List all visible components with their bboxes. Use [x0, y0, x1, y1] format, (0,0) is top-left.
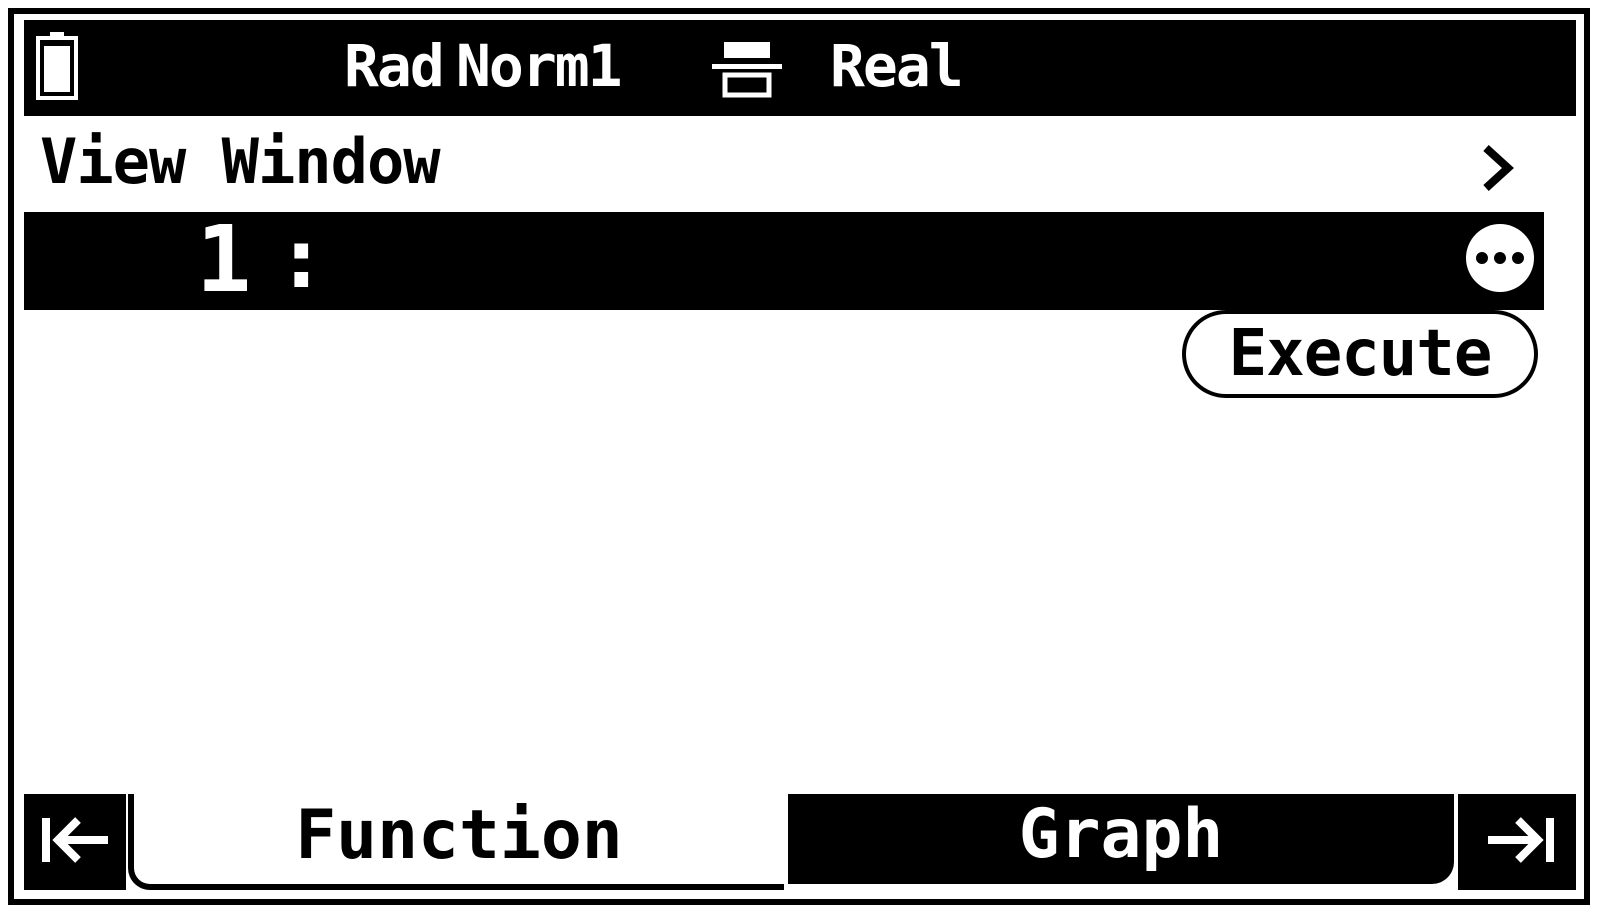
jump-to-first-button[interactable] — [24, 794, 126, 890]
chevron-right-icon[interactable] — [1480, 144, 1514, 192]
execute-button[interactable]: Execute — [1182, 310, 1538, 398]
battery-icon — [36, 32, 78, 100]
view-window-menu[interactable]: View Window — [40, 124, 441, 200]
math-input-icon — [712, 42, 782, 98]
jump-to-last-icon — [1488, 817, 1554, 863]
function-separator: : — [276, 209, 327, 307]
display-format-indicator: Norm1 — [456, 32, 623, 100]
function-row-1[interactable]: 1 : — [24, 212, 1544, 310]
tab-function[interactable]: Function — [128, 794, 784, 890]
function-number: 1 — [196, 206, 252, 313]
angle-unit-indicator: Rad — [344, 32, 445, 100]
tab-graph[interactable]: Graph — [788, 794, 1454, 884]
calculator-screen: Rad Norm1 Real View Window 1 : Execute F… — [8, 8, 1590, 905]
jump-to-last-button[interactable] — [1458, 794, 1576, 890]
jump-to-first-icon — [42, 817, 108, 863]
complex-mode-indicator: Real — [830, 32, 964, 100]
more-options-icon[interactable] — [1464, 222, 1536, 294]
status-bar: Rad Norm1 Real — [24, 20, 1576, 116]
